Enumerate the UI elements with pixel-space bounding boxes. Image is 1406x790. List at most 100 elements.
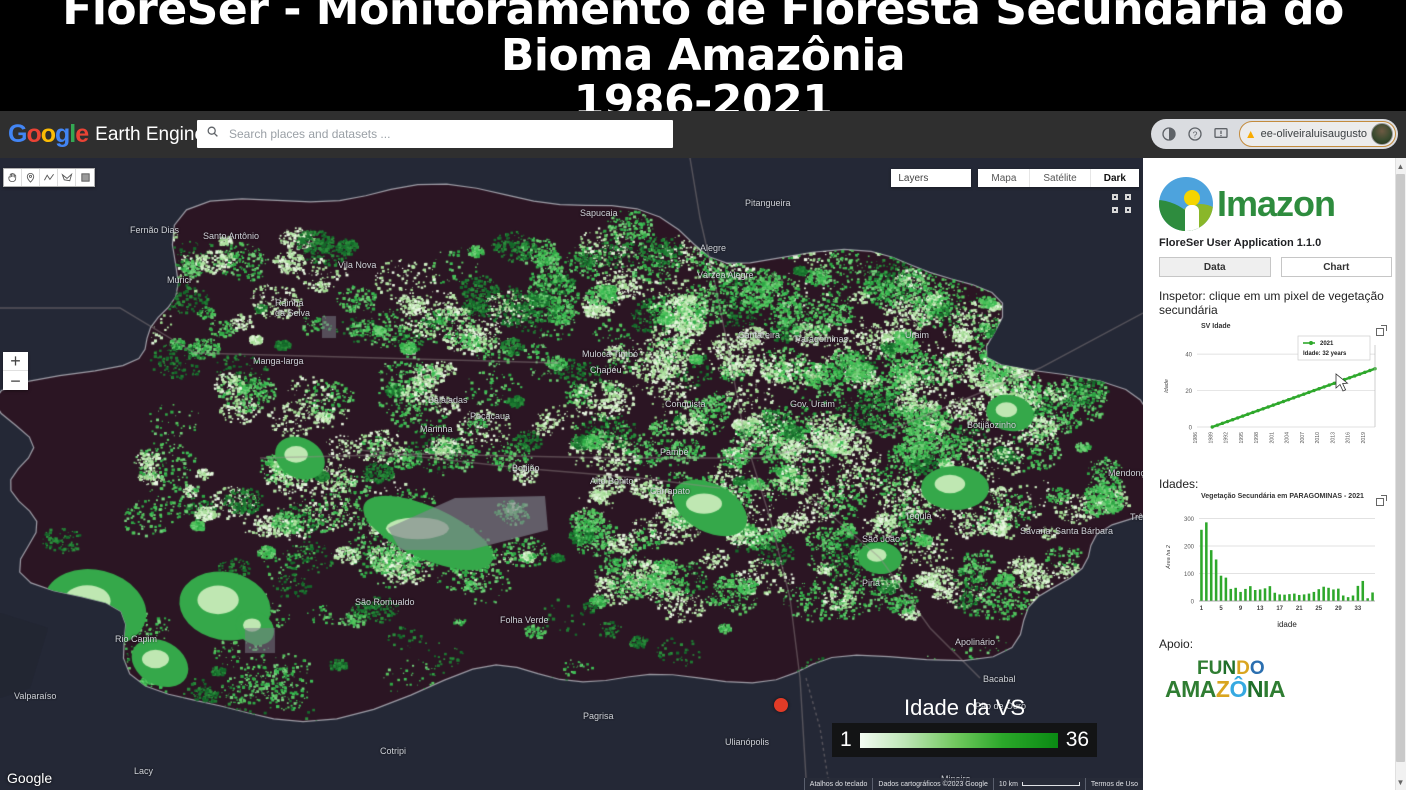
zoom-controls[interactable]: + − <box>3 352 28 390</box>
svg-text:2016: 2016 <box>1346 432 1352 444</box>
svg-text:2001: 2001 <box>1269 432 1275 444</box>
line-icon[interactable] <box>40 169 58 186</box>
terms-of-use-link[interactable]: Termos de Uso <box>1084 778 1143 790</box>
svg-text:9: 9 <box>1239 606 1243 612</box>
svg-text:1: 1 <box>1200 606 1204 612</box>
svg-text:Área ha 2: Área ha 2 <box>1165 545 1172 570</box>
fundo-amazonia-line2: AMAZÔNIA <box>1165 676 1286 702</box>
keyboard-shortcuts-link[interactable]: Atalhos do teclado <box>803 778 873 790</box>
svg-text:21: 21 <box>1296 606 1303 612</box>
svg-text:300: 300 <box>1184 517 1195 523</box>
zoom-in-button[interactable]: + <box>3 352 28 371</box>
map-data-attribution: Dados cartográficos ©2023 Google <box>872 778 992 790</box>
svg-text:100: 100 <box>1184 572 1195 578</box>
panel-scrollbar[interactable]: ▲ ▼ <box>1395 158 1406 790</box>
panel-tabs[interactable]: Data Chart <box>1159 257 1392 277</box>
imazon-wordmark: Imazon <box>1217 183 1336 224</box>
svg-text:idade: idade <box>1277 620 1297 629</box>
map-scale-bar <box>1021 782 1080 786</box>
tab-data[interactable]: Data <box>1159 257 1271 277</box>
rectangle-icon[interactable] <box>76 169 94 186</box>
inspector-instruction: Inspetor: clique em um pixel de vegetaçã… <box>1159 289 1384 317</box>
google-earth-engine-logo[interactable]: Google Earth Engine <box>8 120 205 149</box>
basemap-satelite[interactable]: Satélite <box>1030 169 1091 187</box>
google-logo: Google <box>8 120 89 148</box>
layers-button[interactable]: Layers <box>891 169 972 187</box>
paragominas-chart-card[interactable]: Vegetação Secundária em PARAGOMINAS - 20… <box>1159 493 1392 631</box>
basemap-switcher[interactable]: Mapa Satélite Dark <box>978 169 1139 187</box>
inspector-point-marker[interactable] <box>774 698 788 712</box>
map-scale-label: 10 km <box>998 780 1018 788</box>
legend-title: Idade da VS <box>903 695 1026 720</box>
earth-engine-header: Google Earth Engine ? ▲ ee-oliveiraluisa… <box>0 111 1406 158</box>
paragominas-chart-title: Vegetação Secundária em PARAGOMINAS - 20… <box>1201 493 1364 500</box>
app-body: Fernão Dias Santo Antônio Vila Nova Murici R… <box>0 158 1406 790</box>
side-panel: Imazon FloreSer User Application 1.1.0 D… <box>1143 158 1406 790</box>
header-actions: ? ▲ ee-oliveiraluisaugusto <box>1150 119 1398 149</box>
search-icon <box>206 125 219 143</box>
open-chart-external-icon-2[interactable] <box>1376 495 1387 506</box>
map-legend: Idade da VS 1 36 <box>832 695 1098 757</box>
map-attribution-bar: Atalhos do teclado Dados cartográficos ©… <box>803 778 1143 790</box>
svg-text:2019: 2019 <box>1361 432 1367 444</box>
user-account-chip[interactable]: ▲ ee-oliveiraluisaugusto <box>1238 121 1396 147</box>
svg-text:29: 29 <box>1335 606 1342 612</box>
svg-text:25: 25 <box>1315 606 1322 612</box>
drawing-tools-toolbar[interactable] <box>3 168 95 187</box>
sv-idade-chart-title: SV Idade <box>1201 323 1231 330</box>
svg-text:2021: 2021 <box>1320 341 1334 347</box>
map-scale: 10 km <box>992 778 1085 790</box>
svg-text:2007: 2007 <box>1300 432 1306 444</box>
user-name-label: ee-oliveiraluisaugusto <box>1260 128 1367 140</box>
svg-text:17: 17 <box>1276 606 1283 612</box>
scroll-down-icon[interactable]: ▼ <box>1396 775 1405 789</box>
svg-text:40: 40 <box>1185 353 1192 359</box>
svg-text:1998: 1998 <box>1254 432 1260 444</box>
basemap-dark[interactable]: Dark <box>1091 169 1139 187</box>
svg-text:33: 33 <box>1355 606 1362 612</box>
marker-icon[interactable] <box>22 169 40 186</box>
svg-text:13: 13 <box>1257 606 1264 612</box>
imazon-logo: Imazon <box>1159 177 1392 231</box>
paragominas-bar-chart: 0 100 200 300 Área ha 2 1 5 9 13 17 21 25 29 33 idade <box>1165 517 1375 629</box>
banner-line-1: FloreSer - Monitoramento de Floresta Sec… <box>62 0 1344 81</box>
svg-text:2013: 2013 <box>1330 432 1336 444</box>
svg-text:1995: 1995 <box>1239 432 1245 444</box>
page-banner: FloreSer - Monitoramento de Floresta Sec… <box>0 0 1406 124</box>
apoio-label: Apoio: <box>1159 637 1194 651</box>
basemap-mapa[interactable]: Mapa <box>978 169 1031 187</box>
feedback-icon[interactable] <box>1209 122 1233 146</box>
idades-label: Idades: <box>1159 477 1199 491</box>
svg-text:1989: 1989 <box>1208 432 1214 444</box>
tab-chart[interactable]: Chart <box>1280 257 1392 277</box>
search-bar[interactable] <box>197 120 673 148</box>
svg-text:5: 5 <box>1219 606 1223 612</box>
svg-text:2010: 2010 <box>1315 432 1321 444</box>
svg-text:0: 0 <box>1189 426 1193 432</box>
panel-scrollbar-thumb[interactable] <box>1396 174 1405 762</box>
scroll-up-icon[interactable]: ▲ <box>1396 159 1405 173</box>
open-chart-external-icon[interactable] <box>1376 325 1387 336</box>
avatar[interactable] <box>1371 123 1393 145</box>
help-icon[interactable]: ? <box>1183 122 1207 146</box>
imazon-mark-icon <box>1159 177 1213 231</box>
sv-idade-chart-card[interactable]: SV Idade 0 20 40 Idade 1986 1989 1992 1995 1998 2… <box>1159 323 1392 471</box>
map-type-controls[interactable]: Layers Mapa Satélite Dark <box>891 169 1139 187</box>
fullscreen-icon[interactable] <box>1112 194 1131 213</box>
sv-idade-line-chart: 0 20 40 Idade 1986 1989 1992 1995 1998 2001 2004 20… <box>1164 335 1377 444</box>
polygon-icon[interactable] <box>58 169 76 186</box>
svg-text:Idade: 32 years: Idade: 32 years <box>1303 351 1347 357</box>
legend-max-value: 36 <box>1065 728 1090 751</box>
google-maps-logo: Google <box>7 770 53 786</box>
legend-min-value: 1 <box>840 728 852 751</box>
zoom-out-button[interactable]: − <box>3 371 28 390</box>
warning-icon: ▲ <box>1244 127 1257 141</box>
svg-text:0: 0 <box>1191 600 1195 606</box>
svg-text:2004: 2004 <box>1285 432 1291 444</box>
svg-text:1986: 1986 <box>1193 432 1199 444</box>
svg-text:1992: 1992 <box>1224 432 1230 444</box>
pan-hand-icon[interactable] <box>4 169 22 186</box>
map-view[interactable]: Fernão Dias Santo Antônio Vila Nova Murici R… <box>0 158 1143 790</box>
search-input[interactable] <box>229 127 649 141</box>
contrast-icon[interactable] <box>1157 122 1181 146</box>
